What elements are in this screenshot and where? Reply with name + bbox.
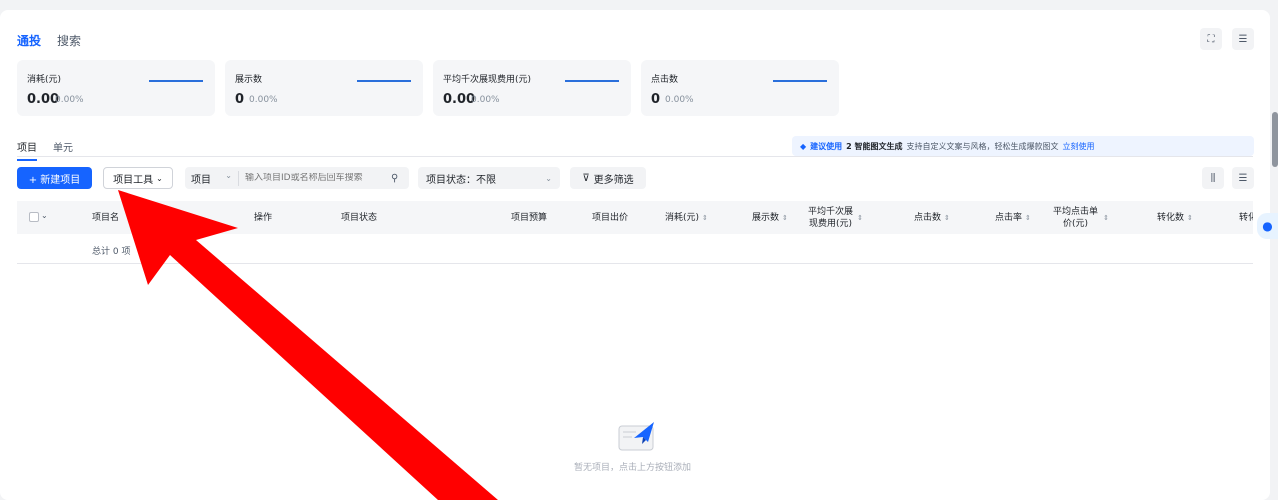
col-actions: 操作: [254, 212, 273, 223]
promo-banner: ◆ 建议使用 2 智能图文生成 支持自定义文案与风格，轻松生成爆款图文 立刻使用: [792, 136, 1254, 156]
tab-unit[interactable]: 单元: [53, 139, 73, 161]
fullscreen-icon[interactable]: ⛶: [1200, 28, 1222, 50]
new-project-label: + 新建项目: [28, 174, 81, 186]
metric-label: 点击数: [651, 75, 679, 85]
search-group: 项目 ⌄ ⚲: [185, 167, 409, 189]
col-project-status: 项目状态: [341, 212, 378, 223]
col-cost[interactable]: 消耗(元) ⇕: [665, 201, 708, 234]
col-ctr[interactable]: 点击率 ⇕: [995, 201, 1031, 234]
empty-state-text: 暂无项目，点击上方按钮添加: [574, 463, 692, 473]
col-cpc-label: 平均点击单价(元): [1053, 206, 1099, 229]
sort-icon: ⇕: [944, 213, 950, 222]
sparkline: [357, 80, 411, 82]
metric-card-impressions[interactable]: 展示数 0 0.00%: [225, 60, 423, 116]
filter-settings-icon[interactable]: ☰: [1232, 167, 1254, 189]
settings-icon[interactable]: ☰: [1232, 28, 1254, 50]
sort-icon: ⇕: [1025, 213, 1031, 222]
metric-percent: 0.00%: [665, 95, 694, 105]
col-conversions[interactable]: 转化数 ⇕: [1157, 201, 1193, 234]
status-select[interactable]: 项目状态：不限 ⌄: [418, 167, 560, 189]
more-filter-label: 更多筛选: [593, 174, 634, 186]
status-value: 不限: [476, 174, 496, 186]
total-count: 总计 0 项: [92, 247, 131, 257]
filter-icon: ⊽: [582, 172, 590, 184]
divider: [17, 156, 1253, 157]
search-icon[interactable]: ⚲: [391, 173, 398, 184]
col-impressions[interactable]: 展示数 ⇕: [752, 201, 788, 234]
chevron-down-icon: ⌄: [225, 170, 232, 180]
metric-percent: 0.00%: [249, 95, 278, 105]
promo-link[interactable]: 立刻使用: [1063, 141, 1095, 152]
col-clicks-label: 点击数: [914, 212, 942, 223]
metric-card-cpm[interactable]: 平均千次展现费用(元) 0.00 0.00%: [433, 60, 631, 116]
new-project-button[interactable]: + 新建项目: [17, 167, 92, 189]
sparkline: [565, 80, 619, 82]
col-ctr-label: 点击率: [995, 212, 1023, 223]
sort-icon: ⇕: [702, 213, 708, 222]
empty-state-icon: [618, 422, 654, 451]
chevron-down-icon: ⌄: [156, 173, 163, 183]
metric-cards: 消耗(元) 0.00 0.00% 展示数 0 0.00% 平均千次展现费用(元)…: [17, 60, 839, 116]
assistant-avatar-icon[interactable]: ●: [1257, 213, 1278, 239]
select-all-checkbox[interactable]: [29, 212, 39, 222]
tab-search[interactable]: 搜索: [57, 32, 81, 49]
search-input[interactable]: [245, 173, 391, 183]
metric-card-cost[interactable]: 消耗(元) 0.00 0.00%: [17, 60, 215, 116]
sort-icon: ⇕: [1187, 213, 1193, 222]
project-tools-label: 项目工具: [113, 174, 154, 186]
metric-percent: 0.00%: [471, 95, 500, 105]
col-impressions-label: 展示数: [752, 212, 780, 223]
promo-name: 2 智能图文生成: [846, 141, 903, 151]
sparkline: [773, 80, 827, 82]
col-project-budget: 项目预算: [511, 212, 548, 223]
col-conversion-cut: 转化: [1239, 212, 1253, 223]
col-clicks[interactable]: 点击数 ⇕: [914, 201, 950, 234]
metric-value: 0: [235, 92, 245, 107]
sparkle-icon: ◆: [800, 141, 807, 151]
more-filter-button[interactable]: ⊽ 更多筛选: [570, 167, 646, 189]
metric-label: 展示数: [235, 75, 263, 85]
chevron-down-icon[interactable]: ⌄: [41, 211, 48, 220]
col-conversions-label: 转化数: [1157, 212, 1185, 223]
col-cost-label: 消耗(元): [665, 212, 700, 223]
chevron-down-icon: ⌄: [545, 173, 552, 183]
top-tabs: 通投 搜索: [17, 32, 81, 49]
promo-title: 建议使用: [810, 141, 843, 151]
col-cpm-label: 平均千次展现费用(元): [808, 206, 854, 229]
promo-desc: 支持自定义文案与风格，轻松生成爆款图文: [906, 141, 1059, 151]
metric-value: 0: [651, 92, 661, 107]
project-tools-dropdown[interactable]: 项目工具 ⌄: [103, 167, 173, 189]
tab-project[interactable]: 项目: [17, 139, 37, 161]
metric-label: 消耗(元): [27, 75, 62, 85]
search-type-select[interactable]: 项目 ⌄: [185, 170, 239, 186]
sort-icon: ⇕: [857, 213, 863, 222]
metric-card-clicks[interactable]: 点击数 0 0.00%: [641, 60, 839, 116]
sub-tabs: 项目 单元: [17, 139, 73, 161]
table-header: ⌄ 项目名 操作 项目状态 项目预算 项目出价 消耗(元) ⇕ 展示数 ⇕ 平均千次…: [17, 201, 1253, 234]
col-cpc[interactable]: 平均点击单价(元) ⇕: [1051, 201, 1109, 234]
col-cpm[interactable]: 平均千次展现费用(元) ⇕: [807, 201, 863, 234]
scrollbar-thumb[interactable]: [1272, 112, 1278, 167]
sort-icon: ⇕: [1103, 213, 1109, 222]
total-row: 总计 0 项: [17, 234, 1253, 264]
sparkline: [149, 80, 203, 82]
columns-icon[interactable]: ⫼: [1202, 167, 1224, 189]
sort-icon: ⇕: [782, 213, 788, 222]
col-project-bid: 项目出价: [592, 212, 629, 223]
metric-percent: 0.00%: [55, 95, 84, 105]
tab-general[interactable]: 通投: [17, 32, 41, 49]
col-project-name: 项目名: [92, 212, 120, 223]
search-type-label: 项目: [191, 174, 211, 186]
status-label: 项目状态：: [426, 174, 476, 186]
metric-label: 平均千次展现费用(元): [443, 75, 532, 85]
